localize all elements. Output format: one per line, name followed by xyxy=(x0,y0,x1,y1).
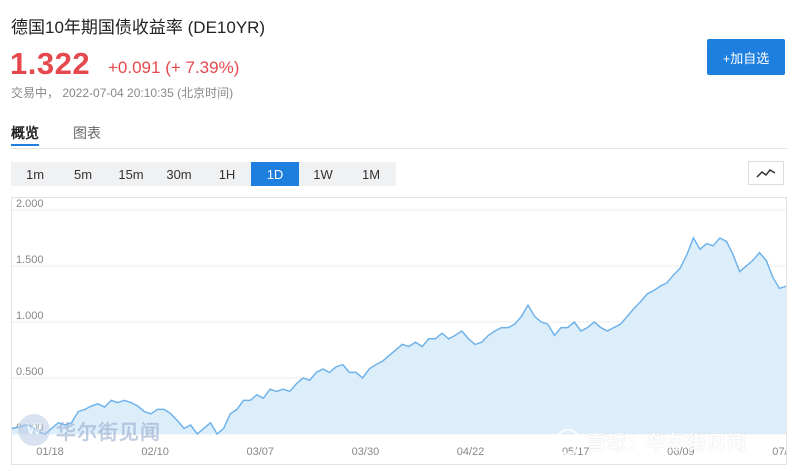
x-tick-label: 02/10 xyxy=(141,446,169,458)
x-tick-label: 01/18 xyxy=(36,446,64,458)
x-tick-label: 07/04 xyxy=(772,446,786,458)
period-1m[interactable]: 1m xyxy=(11,162,59,186)
watermark-left: W 华尔街见闻 xyxy=(18,414,161,446)
watermark-right-text: 雪球：华尔街见闻 xyxy=(587,433,748,454)
line-chart-icon xyxy=(756,169,776,178)
current-price: 1.322 xyxy=(10,46,91,81)
tab-overview[interactable]: 概览 xyxy=(11,123,39,143)
watermark-logo-icon: W xyxy=(18,414,50,446)
period-5m[interactable]: 5m xyxy=(59,162,107,186)
add-to-watchlist-button[interactable]: +加自选 xyxy=(707,39,785,75)
period-selector: 1m 5m 15m 30m 1H 1D 1W 1M xyxy=(11,162,396,186)
watermark-right: ❄ 雪球：华尔街见闻 xyxy=(555,428,747,455)
page-title: 德国10年期国债收益率 (DE10YR) xyxy=(11,18,266,37)
series-area xyxy=(12,238,786,434)
y-tick-label: 0.500 xyxy=(16,366,44,378)
y-tick-label: 1.000 xyxy=(16,310,44,322)
chart-type-button[interactable] xyxy=(748,161,784,185)
trading-status: 交易中， 2022-07-04 20:10:35 (北京时间) xyxy=(11,86,234,100)
x-tick-label: 03/07 xyxy=(247,446,275,458)
x-tick-label: 04/22 xyxy=(457,446,485,458)
period-15m[interactable]: 15m xyxy=(107,162,155,186)
y-tick-label: 1.500 xyxy=(16,254,44,266)
x-tick-label: 03/30 xyxy=(352,446,380,458)
xueqiu-logo-icon: ❄ xyxy=(555,428,581,455)
active-tab-indicator xyxy=(11,144,39,146)
period-1mo[interactable]: 1M xyxy=(347,162,395,186)
period-30m[interactable]: 30m xyxy=(155,162,203,186)
tab-divider xyxy=(11,148,787,149)
tab-chart[interactable]: 图表 xyxy=(73,123,101,143)
watermark-left-text: 华尔街见闻 xyxy=(56,421,161,444)
price-change: +0.091 (+ 7.39%) xyxy=(108,58,240,77)
period-1w[interactable]: 1W xyxy=(299,162,347,186)
y-tick-label: 2.000 xyxy=(16,198,44,210)
period-1h[interactable]: 1H xyxy=(203,162,251,186)
period-1d[interactable]: 1D xyxy=(251,162,299,186)
